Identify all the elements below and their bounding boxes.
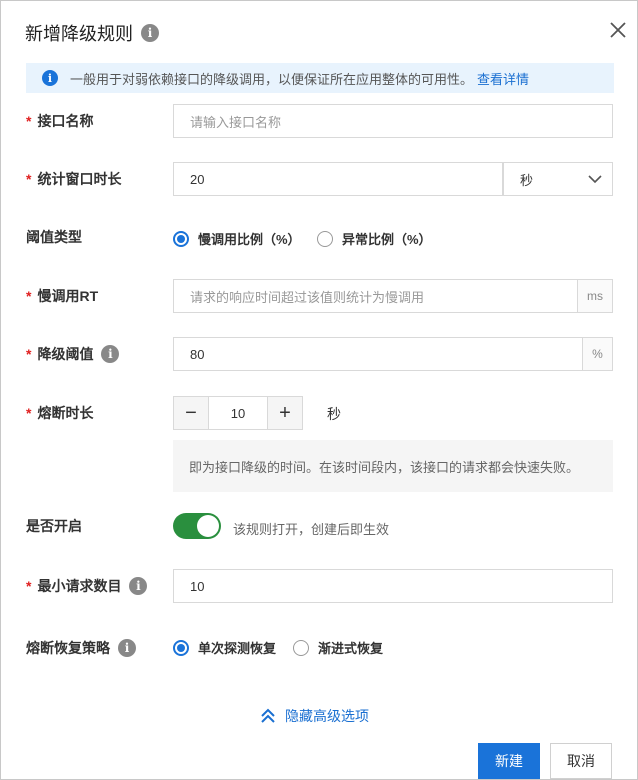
enabled-label: 是否开启 xyxy=(26,509,82,543)
slow-rt-placeholder: 请求的响应时间超过该值则统计为慢调用 xyxy=(190,289,425,305)
window-input[interactable]: 20 xyxy=(173,162,503,196)
info-icon[interactable]: i xyxy=(129,577,148,595)
min-requests-input[interactable]: 10 xyxy=(173,569,613,603)
break-duration-label: * 熔断时长 xyxy=(26,396,93,430)
info-icon: i xyxy=(42,70,58,86)
dialog-title: 新增降级规则 xyxy=(25,24,133,44)
required-mark: * xyxy=(26,346,32,362)
window-unit-value: 秒 xyxy=(520,172,534,188)
radio-slow-call-ratio[interactable]: 慢调用比例（%） xyxy=(173,229,301,248)
min-requests-label-text: 最小请求数目 xyxy=(37,578,122,594)
dialog-header: 新增降级规则 i xyxy=(25,19,159,47)
min-requests-label: * 最小请求数目 i xyxy=(26,569,148,603)
chevron-down-icon xyxy=(588,175,602,184)
threshold-suffix: % xyxy=(583,337,613,371)
slow-rt-label: * 慢调用RT xyxy=(26,279,98,313)
api-name-label: * 接口名称 xyxy=(26,104,93,138)
recovery-label: 熔断恢复策略 i xyxy=(26,631,136,665)
required-mark: * xyxy=(26,113,32,129)
close-icon[interactable] xyxy=(607,19,629,41)
threshold-label-text: 降级阈值 xyxy=(37,346,94,362)
radio-label: 慢调用比例（%） xyxy=(198,232,301,247)
break-duration-unit: 秒 xyxy=(327,406,341,422)
radio-progressive[interactable]: 渐进式恢复 xyxy=(293,638,383,657)
min-requests-value: 10 xyxy=(190,578,205,594)
required-mark: * xyxy=(26,405,32,421)
window-value: 20 xyxy=(190,171,205,187)
api-name-label-text: 接口名称 xyxy=(37,113,94,129)
break-duration-label-text: 熔断时长 xyxy=(37,405,94,421)
break-duration-value[interactable]: 10 xyxy=(208,397,268,429)
radio-single-probe[interactable]: 单次探测恢复 xyxy=(173,638,276,657)
radio-dot xyxy=(317,230,333,247)
info-icon[interactable]: i xyxy=(118,639,136,657)
radio-label: 单次探测恢复 xyxy=(198,641,277,656)
threshold-label: * 降级阈值 i xyxy=(26,337,120,371)
break-duration-stepper: − 10 + xyxy=(173,396,303,430)
radio-error-ratio[interactable]: 异常比例（%） xyxy=(317,229,432,248)
threshold-type-label-text: 阈值类型 xyxy=(26,229,82,245)
window-label: * 统计窗口时长 xyxy=(26,162,121,196)
enabled-label-text: 是否开启 xyxy=(26,518,82,534)
enabled-toggle[interactable] xyxy=(173,513,221,539)
create-button[interactable]: 新建 xyxy=(478,743,540,779)
hide-advanced-options-link[interactable]: 隐藏高级选项 xyxy=(259,706,369,726)
required-mark: * xyxy=(26,171,32,187)
threshold-value: 80 xyxy=(190,346,205,362)
slow-rt-label-text: 慢调用RT xyxy=(37,288,99,304)
radio-dot-selected xyxy=(173,230,189,247)
radio-dot-selected xyxy=(173,639,189,656)
info-icon[interactable]: i xyxy=(141,24,159,42)
threshold-type-label: 阈值类型 xyxy=(26,220,82,254)
window-unit-select[interactable]: 秒 xyxy=(503,162,613,196)
enabled-hint: 该规则打开，创建后即生效 xyxy=(233,522,390,537)
view-details-link[interactable]: 查看详情 xyxy=(477,69,529,88)
radio-dot xyxy=(293,639,309,656)
slow-rt-input[interactable]: 请求的响应时间超过该值则统计为慢调用 xyxy=(173,279,578,313)
info-notice: i 一般用于对弱依赖接口的降级调用，以便保证所在应用整体的可用性。 查看详情 xyxy=(26,63,614,93)
required-mark: * xyxy=(26,288,32,304)
radio-label: 异常比例（%） xyxy=(342,232,432,247)
window-label-text: 统计窗口时长 xyxy=(37,171,122,187)
api-name-placeholder: 请输入接口名称 xyxy=(190,114,282,130)
hide-advanced-label: 隐藏高级选项 xyxy=(285,708,369,724)
slow-rt-suffix: ms xyxy=(578,279,613,313)
cancel-button[interactable]: 取消 xyxy=(550,743,612,779)
break-duration-help: 即为接口降级的时间。在该时间段内，该接口的请求都会快速失败。 xyxy=(173,440,613,492)
threshold-input[interactable]: 80 xyxy=(173,337,583,371)
required-mark: * xyxy=(26,578,32,594)
decrement-button[interactable]: − xyxy=(174,397,208,429)
radio-label: 渐进式恢复 xyxy=(318,641,384,656)
recovery-label-text: 熔断恢复策略 xyxy=(26,640,110,656)
increment-button[interactable]: + xyxy=(268,397,302,429)
double-chevron-up-icon xyxy=(261,708,275,723)
api-name-input[interactable]: 请输入接口名称 xyxy=(173,104,613,138)
info-icon[interactable]: i xyxy=(101,345,120,363)
degrade-rule-dialog: 新增降级规则 i i 一般用于对弱依赖接口的降级调用，以便保证所在应用整体的可用… xyxy=(0,0,638,780)
notice-text: 一般用于对弱依赖接口的降级调用，以便保证所在应用整体的可用性。 xyxy=(70,71,474,87)
